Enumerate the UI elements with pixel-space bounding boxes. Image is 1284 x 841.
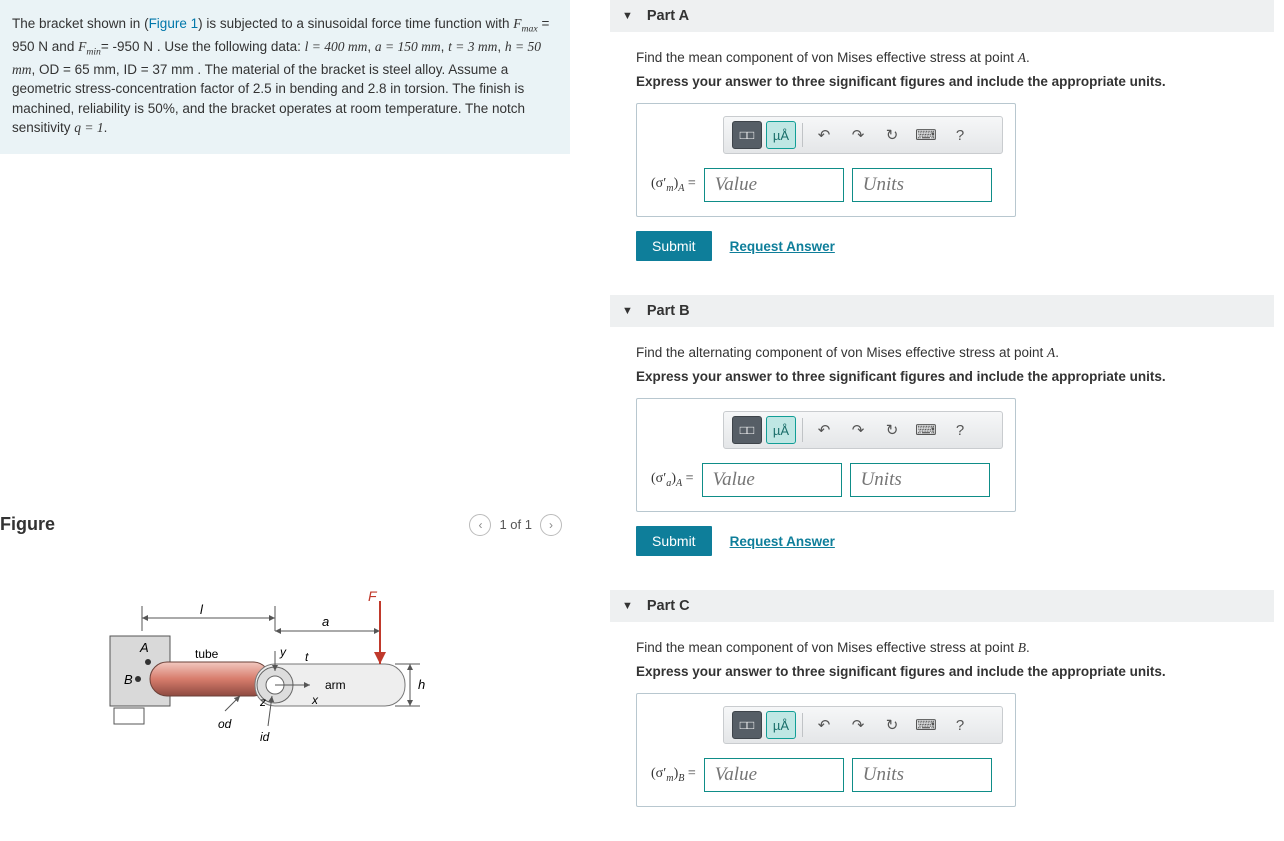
value-input[interactable] [702,463,842,497]
problem-statement: The bracket shown in (Figure 1) is subje… [0,0,570,154]
request-answer-link[interactable]: Request Answer [730,534,835,549]
part-b: ▼ Part B Find the alternating component … [610,295,1274,574]
units-menu-icon[interactable]: µÅ [766,711,796,739]
keyboard-icon[interactable]: ⌨ [911,121,941,149]
next-figure-button[interactable]: › [540,514,562,536]
answer-toolbar: □□ µÅ ↶ ↷ ↻ ⌨ ? [723,411,1003,449]
redo-icon[interactable]: ↷ [843,416,873,444]
undo-icon[interactable]: ↶ [809,121,839,149]
part-c: ▼ Part C Find the mean component of von … [610,590,1274,825]
reset-icon[interactable]: ↻ [877,121,907,149]
value-input[interactable] [704,168,844,202]
part-header[interactable]: ▼ Part C [610,590,1274,622]
answer-box: □□ µÅ ↶ ↷ ↻ ⌨ ? (σ′a)A = [636,398,1016,512]
svg-text:t: t [305,650,309,664]
figure-nav: ‹ 1 of 1 › [469,514,562,536]
part-instructions: Express your answer to three significant… [636,664,1264,679]
help-icon[interactable]: ? [945,711,975,739]
undo-icon[interactable]: ↶ [809,416,839,444]
part-title: Part B [647,303,690,319]
svg-text:tube: tube [195,647,219,661]
collapse-icon: ▼ [622,305,633,317]
help-icon[interactable]: ? [945,416,975,444]
units-menu-icon[interactable]: µÅ [766,121,796,149]
part-header[interactable]: ▼ Part B [610,295,1274,327]
part-prompt: Find the mean component of von Mises eff… [636,50,1264,66]
units-menu-icon[interactable]: µÅ [766,416,796,444]
part-header[interactable]: ▼ Part A [610,0,1274,32]
part-instructions: Express your answer to three significant… [636,74,1264,89]
part-a: ▼ Part A Find the mean component of von … [610,0,1274,279]
answer-lhs: (σ′a)A = [651,471,694,489]
part-title: Part C [647,598,690,614]
answer-box: □□ µÅ ↶ ↷ ↻ ⌨ ? (σ′m)B = [636,693,1016,807]
answer-toolbar: □□ µÅ ↶ ↷ ↻ ⌨ ? [723,116,1003,154]
keyboard-icon[interactable]: ⌨ [911,416,941,444]
reset-icon[interactable]: ↻ [877,416,907,444]
part-prompt: Find the mean component of von Mises eff… [636,640,1264,656]
redo-icon[interactable]: ↷ [843,711,873,739]
keyboard-icon[interactable]: ⌨ [911,711,941,739]
part-instructions: Express your answer to three significant… [636,369,1264,384]
figure-diagram: wall wall tube arm A B [0,576,570,779]
answer-toolbar: □□ µÅ ↶ ↷ ↻ ⌨ ? [723,706,1003,744]
svg-text:A: A [139,640,149,655]
units-input[interactable] [850,463,990,497]
reset-icon[interactable]: ↻ [877,711,907,739]
help-icon[interactable]: ? [945,121,975,149]
figure-link[interactable]: Figure 1 [149,16,199,31]
request-answer-link[interactable]: Request Answer [730,239,835,254]
part-prompt: Find the alternating component of von Mi… [636,345,1264,361]
svg-text:z: z [259,695,266,709]
svg-text:x: x [311,693,319,707]
template-icon[interactable]: □□ [732,416,762,444]
units-input[interactable] [852,168,992,202]
submit-button[interactable]: Submit [636,231,712,261]
svg-text:B: B [124,672,133,687]
collapse-icon: ▼ [622,600,633,612]
part-title: Part A [647,8,689,24]
svg-text:l: l [200,602,204,617]
answer-lhs: (σ′m)B = [651,766,696,784]
svg-text:F: F [368,588,378,604]
redo-icon[interactable]: ↷ [843,121,873,149]
template-icon[interactable]: □□ [732,121,762,149]
svg-text:y: y [279,645,287,659]
collapse-icon: ▼ [622,10,633,22]
undo-icon[interactable]: ↶ [809,711,839,739]
figure-counter: 1 of 1 [499,517,532,532]
svg-text:h: h [418,677,425,692]
answer-lhs: (σ′m)A = [651,176,696,194]
svg-text:id: id [260,730,270,744]
figure-title: Figure [0,514,55,535]
prev-figure-button[interactable]: ‹ [469,514,491,536]
answer-box: □□ µÅ ↶ ↷ ↻ ⌨ ? (σ′m)A = [636,103,1016,217]
submit-button[interactable]: Submit [636,526,712,556]
svg-text:arm: arm [325,678,346,692]
svg-text:a: a [322,614,329,629]
value-input[interactable] [704,758,844,792]
svg-text:od: od [218,717,232,731]
units-input[interactable] [852,758,992,792]
template-icon[interactable]: □□ [732,711,762,739]
